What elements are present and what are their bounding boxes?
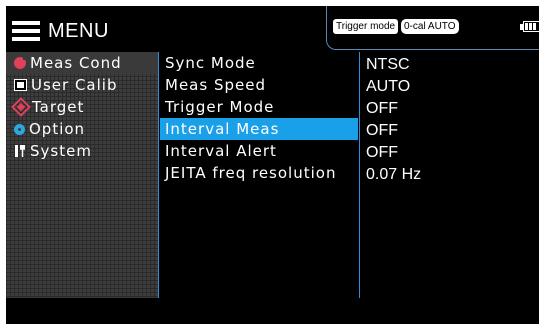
zero-cal-badge: 0-cal AUTO xyxy=(401,19,459,34)
user-calib-icon xyxy=(14,79,27,91)
battery-icon xyxy=(520,20,539,33)
system-icon xyxy=(14,145,26,157)
menu-label: MENU xyxy=(48,19,109,42)
column-divider-left xyxy=(158,52,159,298)
setting-jeita-freq-resolution[interactable]: JEITA freq resolution xyxy=(160,162,358,184)
trigger-mode-badge: Trigger mode xyxy=(333,19,399,34)
device-screen: MENU Trigger mode 0-cal AUTO Meas Cond U… xyxy=(6,6,539,324)
setting-trigger-mode[interactable]: Trigger Mode xyxy=(160,96,358,118)
setting-meas-speed[interactable]: Meas Speed xyxy=(160,74,358,96)
value-interval-meas[interactable]: OFF xyxy=(366,120,536,142)
sidebar-item-target[interactable]: Target xyxy=(6,96,158,118)
setting-sync-mode[interactable]: Sync Mode xyxy=(160,52,358,74)
hamburger-icon xyxy=(12,19,40,43)
setting-interval-alert[interactable]: Interval Alert xyxy=(160,140,358,162)
sidebar-item-meas-cond[interactable]: Meas Cond xyxy=(6,52,158,74)
value-trigger-mode[interactable]: OFF xyxy=(366,98,536,120)
sidebar-item-label: Meas Cond xyxy=(30,54,122,72)
value-jeita-freq-resolution[interactable]: 0.07 Hz xyxy=(366,164,536,186)
sidebar-item-label: Option xyxy=(29,120,86,138)
sidebar-item-option[interactable]: Option xyxy=(6,118,158,140)
sidebar-item-label: User Calib xyxy=(31,76,118,94)
footer-bar xyxy=(6,298,539,324)
sidebar: Meas Cond User Calib Target Option Syste… xyxy=(6,52,158,298)
sidebar-item-label: Target xyxy=(32,98,85,116)
sidebar-item-user-calib[interactable]: User Calib xyxy=(6,74,158,96)
value-meas-speed[interactable]: AUTO xyxy=(366,76,536,98)
menu-button[interactable]: MENU xyxy=(12,16,109,46)
sidebar-item-label: System xyxy=(30,142,92,160)
setting-interval-meas[interactable]: Interval Meas xyxy=(160,118,358,140)
value-sync-mode[interactable]: NTSC xyxy=(366,54,536,76)
menu-header: MENU Trigger mode 0-cal AUTO xyxy=(6,6,539,50)
sidebar-item-system[interactable]: System xyxy=(6,140,158,162)
value-interval-alert[interactable]: OFF xyxy=(366,142,536,164)
column-divider-right xyxy=(359,52,360,298)
target-icon xyxy=(11,97,31,117)
meas-cond-icon xyxy=(14,55,28,69)
option-icon xyxy=(14,123,25,135)
